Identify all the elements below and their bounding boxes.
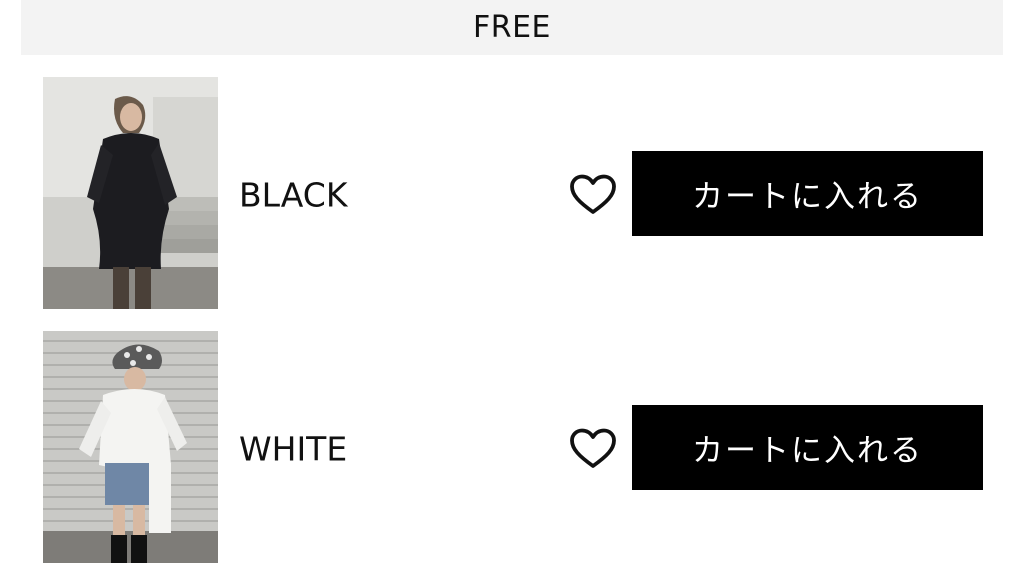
heart-outline-icon — [570, 174, 616, 214]
product-photo-black — [43, 77, 218, 309]
variant-row-white: WHITE カートに入れる — [0, 331, 1024, 563]
size-header: FREE — [21, 0, 1003, 55]
add-to-cart-button[interactable]: カートに入れる — [632, 405, 983, 490]
color-name: BLACK — [239, 175, 348, 215]
product-photo-white — [43, 331, 218, 563]
favorite-button[interactable] — [568, 172, 618, 218]
product-thumbnail-black[interactable] — [43, 77, 218, 309]
product-variant-list: FREE BLACK カートに入れる WHITE カートに入れる — [0, 0, 1024, 583]
size-label: FREE — [472, 9, 551, 45]
favorite-button[interactable] — [568, 426, 618, 472]
product-thumbnail-white[interactable] — [43, 331, 218, 563]
add-to-cart-button[interactable]: カートに入れる — [632, 151, 983, 236]
heart-outline-icon — [570, 428, 616, 468]
color-name: WHITE — [239, 429, 348, 469]
variant-row-black: BLACK カートに入れる — [0, 77, 1024, 309]
